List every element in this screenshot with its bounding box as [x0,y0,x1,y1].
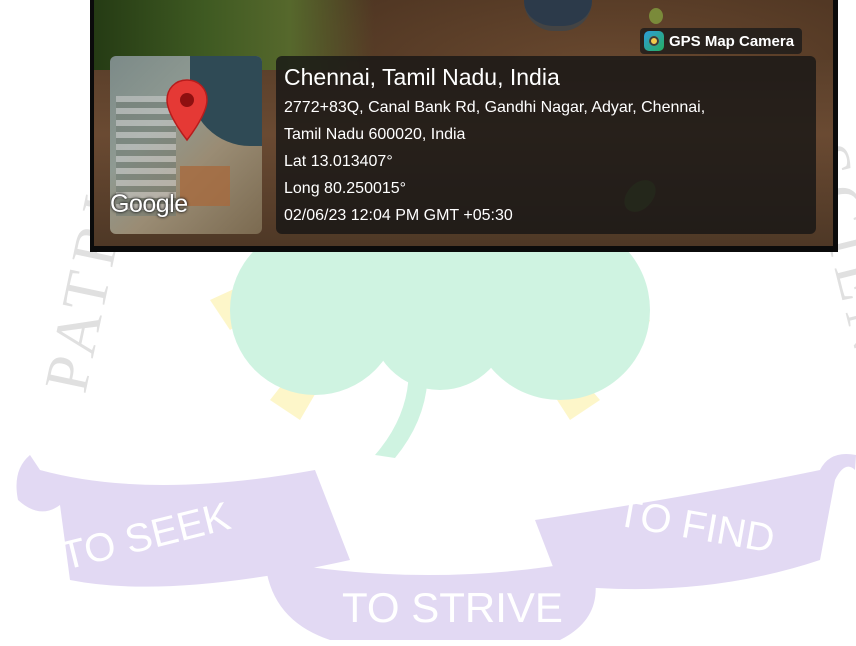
gps-map-camera-label: GPS Map Camera [669,32,795,50]
map-thumbnail: Google [110,56,262,234]
motto-center-text: TO STRIVE [342,584,563,631]
address-line-2: Tamil Nadu 600020, India [284,126,466,143]
location-title: Chennai, Tamil Nadu, India [284,64,560,90]
longitude-value: Long 80.250015° [284,180,407,197]
map-pin-icon [166,79,208,142]
location-info-card: Chennai, Tamil Nadu, India 2772+83Q, Can… [276,56,816,234]
capture-datetime: 02/06/23 12:04 PM GMT +05:30 [284,207,513,224]
google-logo-label: Google [110,190,188,218]
motto-ribbon: TO SEEK TO STRIVE TO FIND [16,454,856,640]
address-line-1: 2772+83Q, Canal Bank Rd, Gandhi Nagar, A… [284,99,706,116]
gps-map-camera-icon [644,31,664,51]
fallen-leaf-small [649,8,663,24]
gps-map-camera-badge: GPS Map Camera [640,28,803,54]
latitude-value: Lat 13.013407° [284,153,393,170]
sandal-foot [524,0,592,31]
